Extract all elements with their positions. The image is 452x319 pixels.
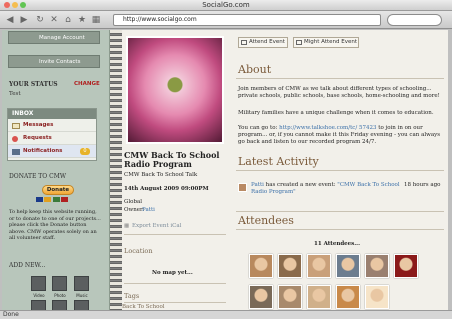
- back-icon[interactable]: ◀: [4, 14, 16, 26]
- attendees-count: 11 Attendees...: [314, 241, 361, 247]
- attend-event-button[interactable]: Attend Event: [238, 37, 288, 48]
- manage-account-button[interactable]: Manage Account: [8, 31, 100, 44]
- event-title: CMW Back To School Radio Program: [124, 150, 220, 169]
- status-text: Test: [9, 91, 21, 97]
- search-input[interactable]: [387, 14, 442, 26]
- divider: [124, 302, 226, 303]
- envelope-icon: [12, 123, 20, 129]
- divider: [236, 229, 444, 230]
- url-field[interactable]: http://www.socialgo.com: [113, 14, 381, 26]
- home-icon[interactable]: ⌂: [62, 14, 74, 26]
- checkbox-icon: [296, 40, 302, 45]
- zoom-window-icon[interactable]: [20, 2, 26, 8]
- your-status-label: YOUR STATUS: [9, 81, 58, 88]
- add-item-tile[interactable]: [74, 300, 89, 310]
- donate-label: DONATE TO CMW: [9, 173, 67, 180]
- notification-count-badge: 0: [80, 148, 90, 155]
- attendee-avatar[interactable]: [278, 285, 302, 309]
- browser-toolbar: ◀ ▶ ↻ ✕ ⌂ ★ ▦ http://www.socialgo.com: [0, 11, 452, 29]
- forward-icon[interactable]: ▶: [18, 14, 30, 26]
- bookmark-icon[interactable]: ★: [76, 14, 88, 26]
- status-bar: Done: [0, 310, 452, 319]
- attendee-avatar[interactable]: [394, 254, 418, 278]
- inbox-item-notifications[interactable]: Notifications 0: [8, 145, 96, 158]
- event-owner-link[interactable]: Patti: [142, 207, 155, 213]
- notification-icon: [12, 149, 20, 155]
- window-title: SocialGo.com: [202, 1, 250, 9]
- left-sidebar: Manage Account Invite Contacts YOUR STAT…: [2, 30, 110, 310]
- requests-icon: [12, 136, 18, 142]
- window-titlebar: SocialGo.com: [0, 0, 452, 11]
- tags-label: Tags: [124, 292, 140, 300]
- attendee-avatar[interactable]: [336, 285, 360, 309]
- minimize-window-icon[interactable]: [12, 2, 18, 8]
- location-value: No map yet...: [152, 270, 193, 276]
- attendee-avatar[interactable]: [336, 254, 360, 278]
- add-music-label: Music: [76, 293, 88, 298]
- attendee-avatar[interactable]: [249, 285, 273, 309]
- divider: [236, 170, 444, 171]
- activity-time: 18 hours ago: [404, 182, 441, 188]
- divider: [124, 234, 226, 235]
- attendee-avatar[interactable]: [307, 285, 331, 309]
- inbox-item-messages[interactable]: Messages: [8, 119, 96, 132]
- inbox-panel: INBOX Messages Requests Notifications 0: [7, 108, 97, 161]
- event-scope: Global: [124, 199, 143, 205]
- attendees-heading: Attendees: [238, 214, 294, 227]
- inbox-title: INBOX: [8, 109, 96, 119]
- add-item-tile[interactable]: [52, 300, 67, 310]
- donate-help-text: To help keep this website running, or to…: [9, 209, 101, 241]
- add-photo-button[interactable]: [52, 276, 67, 291]
- event-photo: [126, 36, 224, 144]
- about-paragraph-2: Military families have a unique challeng…: [238, 110, 434, 116]
- add-new-label: ADD NEW...: [9, 262, 46, 269]
- add-music-button[interactable]: [74, 276, 89, 291]
- activity-actor-link[interactable]: Patti: [251, 182, 264, 188]
- add-photo-label: Photo: [54, 293, 66, 298]
- add-video-label: Video: [33, 293, 45, 298]
- reload-icon[interactable]: ↻: [34, 14, 46, 26]
- page-content: Manage Account Invite Contacts YOUR STAT…: [2, 30, 448, 310]
- divider: [236, 211, 444, 212]
- about-paragraph-3: You can go to: http://www.talkshoe.com/t…: [238, 125, 441, 145]
- payment-cards-icon: [36, 197, 68, 203]
- stop-icon[interactable]: ✕: [48, 14, 60, 26]
- activity-text: Patti has created a new event: "CMW Back…: [251, 182, 400, 195]
- about-paragraph-1: Join members of CMW as we talk about dif…: [238, 86, 440, 99]
- add-item-tile[interactable]: [31, 300, 46, 310]
- invite-contacts-button[interactable]: Invite Contacts: [8, 55, 100, 68]
- attendee-avatar[interactable]: [365, 285, 389, 309]
- latest-activity-heading: Latest Activity: [238, 155, 319, 168]
- change-status-link[interactable]: CHANGE: [74, 81, 100, 87]
- tabs-icon[interactable]: ▦: [90, 14, 102, 26]
- attendee-avatar[interactable]: [278, 254, 302, 278]
- about-heading: About: [238, 63, 272, 76]
- close-window-icon[interactable]: [4, 2, 10, 8]
- attendee-avatar[interactable]: [249, 254, 273, 278]
- talkshoe-link[interactable]: http://www.talkshoe.com/tc/ 57423: [279, 125, 376, 131]
- donate-button[interactable]: Donate: [42, 185, 74, 195]
- checkbox-icon: [241, 40, 247, 45]
- calendar-icon: ▦: [124, 223, 130, 229]
- event-subtitle: CMW Back To School Talk: [124, 172, 198, 178]
- inbox-item-requests[interactable]: Requests: [8, 132, 96, 145]
- add-video-button[interactable]: [31, 276, 46, 291]
- divider: [124, 283, 226, 284]
- event-datetime: 14th August 2009 09:00PM: [124, 186, 209, 192]
- activity-avatar: [238, 183, 247, 192]
- attendee-avatar[interactable]: [365, 254, 389, 278]
- export-ical-link[interactable]: Export Event iCal: [132, 223, 181, 229]
- spiral-binding: [110, 30, 122, 310]
- attendee-avatar[interactable]: [307, 254, 331, 278]
- divider: [236, 78, 444, 79]
- might-attend-event-button[interactable]: Might Attend Event: [293, 37, 359, 48]
- location-label: Location: [124, 247, 153, 255]
